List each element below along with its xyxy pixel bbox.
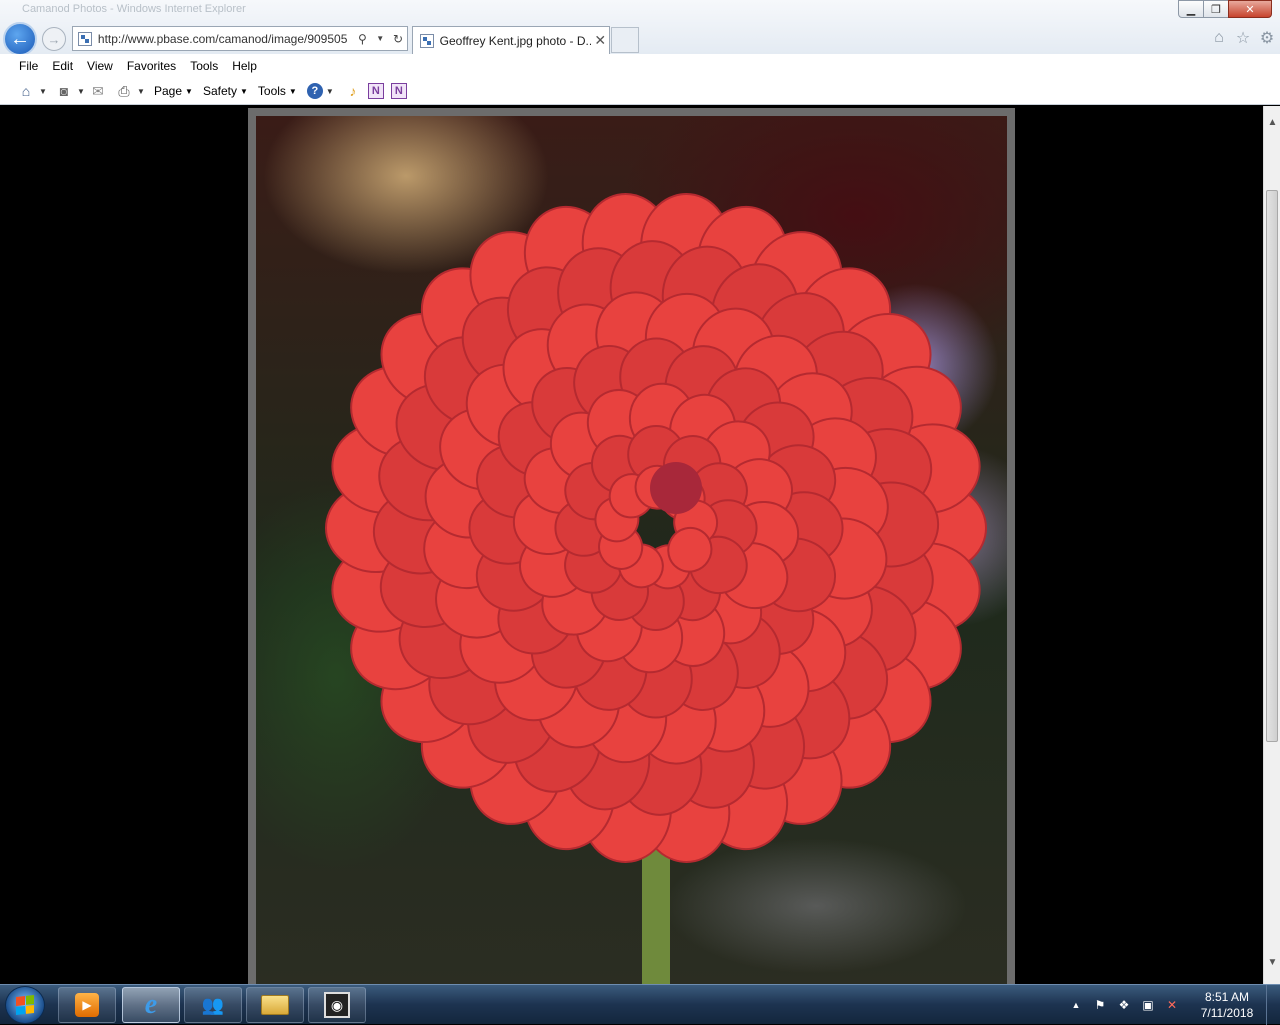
chevron-down-icon: ▼	[185, 86, 193, 96]
onenote-icon[interactable]: N	[367, 83, 384, 99]
search-icon[interactable]: ⚲	[354, 32, 372, 46]
tools-menu-label: Tools	[257, 84, 286, 98]
tab-close-icon[interactable]: ✕	[591, 32, 609, 49]
network-icon[interactable]: ▣	[1136, 998, 1160, 1012]
address-bar[interactable]: http://www.pbase.com/camanod/image/90950…	[72, 26, 408, 51]
menu-favorites[interactable]: Favorites	[120, 59, 183, 73]
start-button[interactable]	[5, 986, 45, 1024]
safety-menu-label: Safety	[202, 84, 237, 98]
site-favicon-icon	[78, 31, 92, 46]
image-viewer-button[interactable]: ◉	[308, 987, 366, 1023]
tab-active[interactable]: Geoffrey Kent.jpg photo - D... ✕	[412, 26, 610, 54]
clock-time: 8:51 AM	[1204, 990, 1250, 1004]
vertical-scrollbar[interactable]: ▲ ▼	[1263, 106, 1280, 984]
help-dropdown-icon[interactable]: ▼	[323, 87, 337, 96]
home-dropdown-icon[interactable]: ▼	[36, 87, 50, 96]
chevron-down-icon: ▼	[288, 86, 297, 96]
forward-arrow-icon: →	[47, 31, 61, 47]
media-player-icon: ▶	[75, 993, 99, 1017]
menu-view[interactable]: View	[80, 59, 120, 73]
media-player-button[interactable]: ▶	[58, 987, 116, 1023]
dropbox-icon[interactable]: ❖	[1112, 998, 1136, 1012]
gear-icon[interactable]: ⚙	[1258, 29, 1276, 47]
system-clock[interactable]: 8:51 AM 7/11/2018	[1192, 989, 1262, 1021]
page-content	[0, 106, 1263, 984]
command-bar: ⌂ ▼ ◙ ▼ ✉ ⎙ ▼ Page ▼ Safety ▼ Tools ▼ ? ▼ ♪…	[0, 78, 1280, 105]
chevron-down-icon: ▼	[239, 86, 248, 96]
forward-button[interactable]: →	[42, 27, 66, 51]
menu-tools[interactable]: Tools	[183, 59, 225, 73]
contacts-button[interactable]: 👥	[184, 987, 242, 1023]
ie-window: Camanod Photos - Windows Internet Explor…	[0, 0, 1280, 984]
file-explorer-icon	[261, 995, 289, 1015]
internet-explorer-icon: e	[144, 989, 158, 1020]
home-icon[interactable]: ⌂	[1210, 29, 1228, 47]
photo-frame	[248, 108, 1015, 984]
feeds-icon[interactable]: ◙	[54, 82, 74, 100]
back-arrow-icon: ←	[10, 27, 30, 50]
page-menu-label: Page	[154, 84, 183, 98]
dahlia-photo[interactable]	[256, 116, 1007, 984]
clock-date: 7/11/2018	[1200, 1006, 1254, 1020]
volume-muted-icon[interactable]: ✕	[1160, 998, 1184, 1012]
contacts-icon: 👥	[201, 994, 225, 1015]
feeds-dropdown-icon[interactable]: ▼	[74, 87, 88, 96]
page-menu[interactable]: Page ▼	[148, 84, 197, 98]
print-icon[interactable]: ⎙	[114, 82, 134, 100]
scroll-up-icon[interactable]: ▲	[1264, 114, 1280, 131]
image-viewer-icon: ◉	[324, 992, 350, 1018]
refresh-icon[interactable]: ↻	[389, 32, 407, 46]
print-dropdown-icon[interactable]: ▼	[134, 87, 148, 96]
address-dropdown-icon[interactable]: ▼	[371, 34, 389, 43]
dahlia-center	[650, 462, 702, 514]
tools-menu[interactable]: Tools ▼	[252, 84, 301, 98]
browser-right-icons: ⌂ ☆ ⚙	[1210, 29, 1276, 47]
internet-explorer-button[interactable]: e	[122, 987, 180, 1023]
show-hidden-icons-icon[interactable]: ▲	[1064, 1000, 1088, 1010]
research-icon[interactable]: ♪	[345, 83, 361, 99]
favorites-star-icon[interactable]: ☆	[1234, 29, 1252, 47]
back-button[interactable]: ←	[3, 22, 37, 56]
new-tab-button[interactable]	[611, 27, 639, 53]
menu-help[interactable]: Help	[225, 59, 264, 73]
system-tray: ▲ ⚑ ❖ ▣ ✕ 8:51 AM 7/11/2018	[1064, 985, 1280, 1025]
window-controls: ▁ ❐ ✕	[1178, 0, 1272, 18]
restore-button[interactable]: ❐	[1203, 0, 1229, 18]
scroll-down-icon[interactable]: ▼	[1264, 954, 1280, 971]
menu-file[interactable]: File	[12, 59, 45, 73]
window-caption: Camanod Photos - Windows Internet Explor…	[22, 3, 246, 15]
help-icon[interactable]: ?	[306, 83, 323, 99]
menu-bar: File Edit View Favorites Tools Help	[0, 54, 1280, 78]
tab-favicon-icon	[420, 33, 434, 48]
action-center-flag-icon[interactable]: ⚑	[1088, 998, 1112, 1012]
tab-title[interactable]: Geoffrey Kent.jpg photo - D...	[440, 34, 592, 48]
close-window-button[interactable]: ✕	[1228, 0, 1272, 18]
dahlia-illustration	[325, 193, 987, 984]
safety-menu[interactable]: Safety ▼	[197, 84, 252, 98]
show-desktop-button[interactable]	[1266, 985, 1280, 1025]
windows-logo-icon	[16, 995, 34, 1015]
minimize-button[interactable]: ▁	[1178, 0, 1204, 18]
navigation-bar: Camanod Photos - Windows Internet Explor…	[0, 0, 1280, 56]
home-icon[interactable]: ⌂	[16, 82, 36, 100]
menu-edit[interactable]: Edit	[45, 59, 80, 73]
mail-icon[interactable]: ✉	[88, 82, 108, 100]
file-explorer-button[interactable]	[246, 987, 304, 1023]
onenote-linked-icon[interactable]: N	[390, 83, 407, 99]
address-url[interactable]: http://www.pbase.com/camanod/image/90950…	[98, 32, 354, 46]
taskbar: ▶ e 👥 ◉ ▲ ⚑ ❖ ▣ ✕ 8:51 AM 7/11/2018	[0, 984, 1280, 1025]
scroll-thumb[interactable]	[1266, 190, 1278, 742]
